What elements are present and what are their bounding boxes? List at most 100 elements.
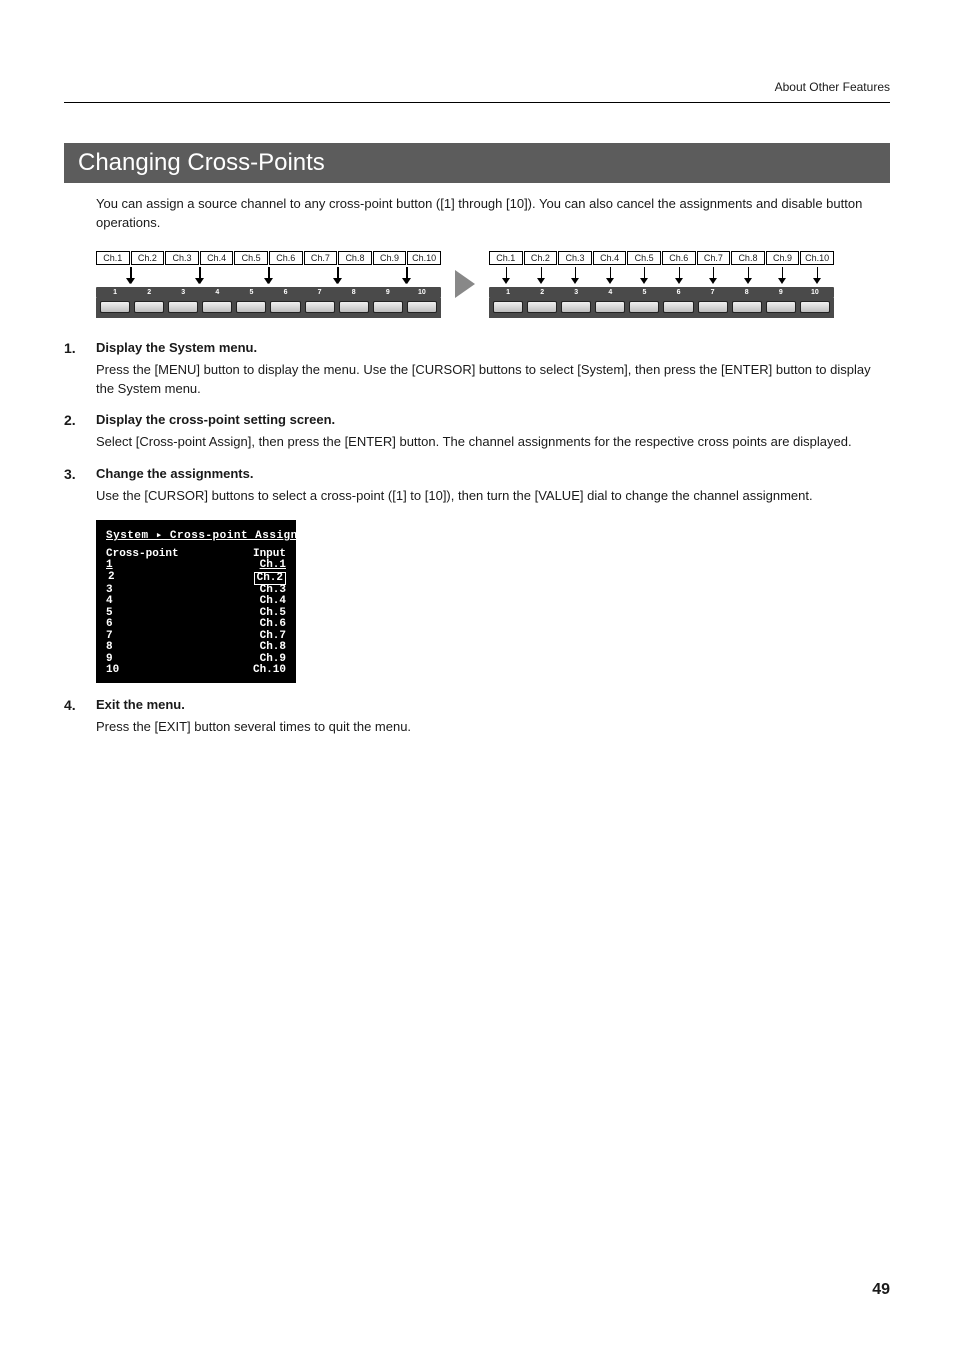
step-body: Use the [CURSOR] buttons to select a cro… [96, 487, 890, 506]
button-number: 8 [730, 289, 764, 296]
arrow-down-icon [558, 265, 593, 287]
arrow-down-icon [765, 265, 800, 287]
menu-row: 3Ch.3 [106, 585, 286, 597]
step: 4.Exit the menu.Press the [EXIT] button … [64, 697, 890, 737]
arrow-row [96, 265, 441, 287]
button-number: 6 [268, 289, 302, 296]
channel-label: Ch.10 [407, 251, 441, 265]
menu-columns-header: Cross-point Input [106, 548, 286, 560]
arrow-down-icon [731, 265, 766, 287]
menu-col-left: Cross-point [106, 548, 179, 560]
channel-label: Ch.4 [593, 251, 627, 265]
button-number: 2 [525, 289, 559, 296]
button-number: 10 [798, 289, 832, 296]
button-number: 1 [98, 289, 132, 296]
arrow-down-icon [489, 265, 524, 287]
hardware-button [491, 301, 525, 313]
step-number: 2. [64, 412, 96, 452]
section-title: Changing Cross-Points [64, 143, 890, 183]
hardware-button [593, 301, 627, 313]
button-number: 7 [696, 289, 730, 296]
hardware-button [730, 301, 764, 313]
channel-label: Ch.1 [96, 251, 130, 265]
arrow-down-icon [593, 265, 628, 287]
hardware-button [764, 301, 798, 313]
channel-label: Ch.5 [234, 251, 268, 265]
menu-row: 6Ch.6 [106, 619, 286, 631]
hardware-button [303, 301, 337, 313]
document-page: About Other Features Changing Cross-Poin… [0, 0, 954, 785]
arrow-down-icon [113, 265, 148, 287]
hardware-button [661, 301, 695, 313]
physical-buttons-row [96, 298, 441, 318]
arrow-right-icon [455, 270, 475, 298]
page-number: 49 [872, 1281, 890, 1299]
button-number: 1 [491, 289, 525, 296]
step-title: Display the System menu. [96, 340, 890, 355]
menu-row-input: Ch.4 [260, 596, 286, 608]
step-body: Select [Cross-point Assign], then press … [96, 433, 890, 452]
step: 3.Change the assignments.Use the [CURSOR… [64, 466, 890, 506]
channel-label: Ch.6 [662, 251, 696, 265]
menu-row: 10Ch.10 [106, 665, 286, 677]
button-number: 5 [627, 289, 661, 296]
diagram-right-panel: Ch.1Ch.2Ch.3Ch.4Ch.5Ch.6Ch.7Ch.8Ch.9Ch.1… [489, 251, 834, 318]
intro-paragraph: You can assign a source channel to any c… [96, 195, 890, 233]
hardware-button [696, 301, 730, 313]
hardware-button [166, 301, 200, 313]
step-content: Display the System menu.Press the [MENU]… [96, 340, 890, 399]
hardware-button [98, 301, 132, 313]
arrow-down-icon [389, 265, 424, 287]
menu-row: 5Ch.5 [106, 608, 286, 620]
step-number: 4. [64, 697, 96, 737]
channel-label: Ch.5 [627, 251, 661, 265]
button-number-bar: 12345678910 [489, 287, 834, 298]
step-body: Press the [EXIT] button several times to… [96, 718, 890, 737]
channel-label: Ch.6 [269, 251, 303, 265]
arrow-down-icon [696, 265, 731, 287]
channel-label: Ch.7 [304, 251, 338, 265]
menu-screen: System ▸ Cross-point Assign Cross-point … [96, 520, 296, 683]
button-number: 7 [303, 289, 337, 296]
menu-row: 8Ch.8 [106, 642, 286, 654]
step-content: Display the cross-point setting screen.S… [96, 412, 890, 452]
step: 1.Display the System menu.Press the [MEN… [64, 340, 890, 399]
button-number-bar: 12345678910 [96, 287, 441, 298]
steps-list-continued: 4.Exit the menu.Press the [EXIT] button … [64, 697, 890, 737]
menu-row: 4 Ch.4 [106, 596, 286, 608]
button-number: 2 [132, 289, 166, 296]
menu-row-crosspoint: 1 [106, 560, 113, 572]
button-number: 10 [405, 289, 439, 296]
hardware-button [627, 301, 661, 313]
menu-row-input: Ch.2 [254, 572, 286, 585]
channel-label: Ch.8 [338, 251, 372, 265]
menu-row: 7Ch.7 [106, 631, 286, 643]
hardware-button [798, 301, 832, 313]
button-number: 6 [661, 289, 695, 296]
hardware-button [371, 301, 405, 313]
header-rule [64, 102, 890, 103]
arrow-down-icon [251, 265, 286, 287]
channel-label: Ch.10 [800, 251, 834, 265]
channel-label: Ch.3 [165, 251, 199, 265]
menu-row-crosspoint: 10 [106, 665, 119, 677]
menu-row-crosspoint: 4 [106, 596, 113, 608]
arrow-down-icon [627, 265, 662, 287]
button-number: 8 [337, 289, 371, 296]
hardware-button [132, 301, 166, 313]
hardware-button [525, 301, 559, 313]
menu-row: 2Ch.2 [106, 572, 286, 585]
button-number: 9 [764, 289, 798, 296]
menu-row-input: Ch.1 [260, 560, 286, 572]
arrow-down-icon [800, 265, 835, 287]
channel-label: Ch.7 [697, 251, 731, 265]
breadcrumb: About Other Features [775, 80, 890, 94]
step: 2.Display the cross-point setting screen… [64, 412, 890, 452]
steps-list: 1.Display the System menu.Press the [MEN… [64, 340, 890, 506]
step-content: Change the assignments.Use the [CURSOR] … [96, 466, 890, 506]
button-number: 4 [593, 289, 627, 296]
arrow-down-icon [182, 265, 217, 287]
channel-label: Ch.2 [524, 251, 558, 265]
menu-rows: 1 Ch.12Ch.23Ch.34 Ch.45Ch.56Ch.67Ch.78Ch.8… [106, 560, 286, 677]
hardware-button [405, 301, 439, 313]
